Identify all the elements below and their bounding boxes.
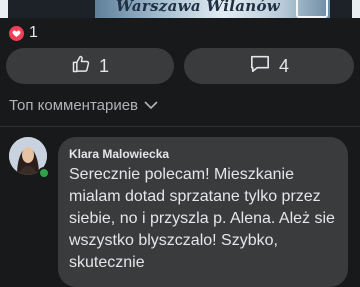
chevron-down-icon <box>144 97 158 114</box>
comment-text: Serecznie polecam! Mieszkanie mialam dot… <box>69 166 335 271</box>
banner-title: Warszawa Wilanów <box>116 0 281 15</box>
reaction-count: 1 <box>29 24 38 41</box>
banner-edge <box>352 0 360 18</box>
sort-label: Топ комментариев <box>9 97 139 114</box>
banner-edge <box>0 0 8 18</box>
online-status-indicator <box>38 167 50 179</box>
comment-sort-dropdown[interactable]: Топ комментариев <box>9 97 158 114</box>
comment-count: 4 <box>278 55 289 76</box>
reactions-summary[interactable]: 1 <box>9 24 38 42</box>
banner-frame <box>296 0 328 18</box>
comment-bubble[interactable]: Klara Malowiecka Serecznie polecam! Mies… <box>58 137 348 287</box>
comment-icon <box>249 54 271 79</box>
like-button[interactable]: 1 <box>6 48 174 84</box>
thumbs-up-icon <box>71 54 91 79</box>
comment-button[interactable]: 4 <box>184 48 354 84</box>
post-image-banner[interactable]: Warszawa Wilanów <box>0 0 360 18</box>
like-count: 1 <box>98 55 109 76</box>
divider <box>0 126 360 127</box>
comment-author[interactable]: Klara Malowiecka <box>69 147 169 161</box>
heart-icon <box>9 25 24 41</box>
